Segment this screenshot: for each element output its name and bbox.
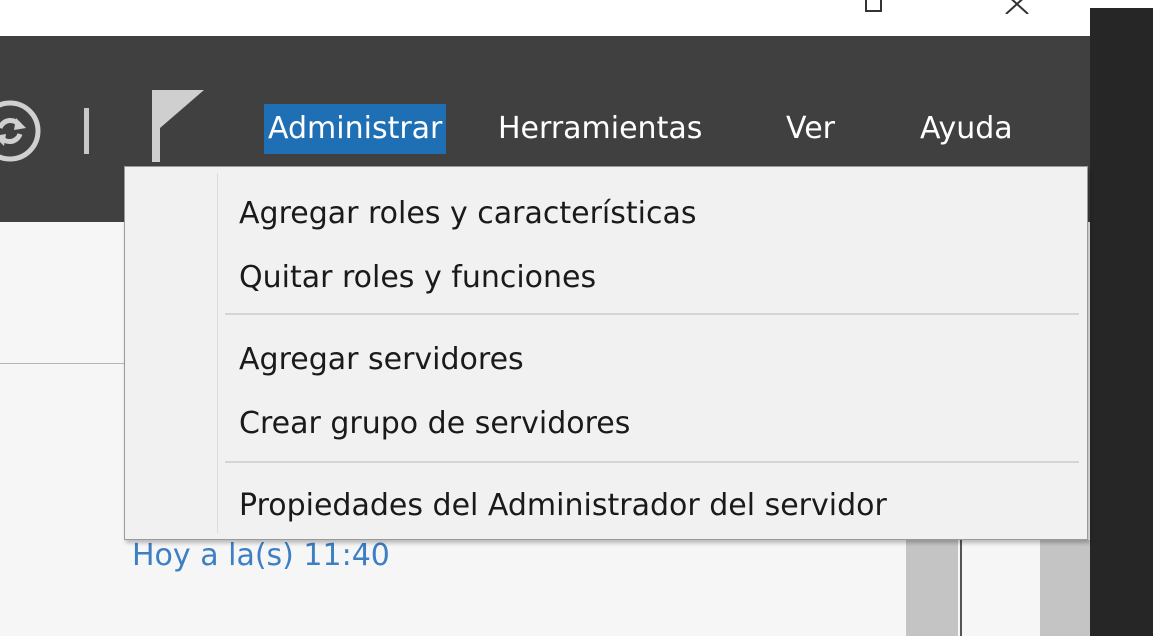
content-divider <box>0 363 130 364</box>
close-icon[interactable] <box>1004 0 1030 14</box>
menu-separator <box>225 461 1079 463</box>
menu-administrar[interactable]: Administrar <box>264 104 447 154</box>
administrar-dropdown-menu: Agregar roles y características Quitar r… <box>124 166 1088 540</box>
timestamp-link[interactable]: Hoy a la(s) 11:40 <box>132 538 390 573</box>
menu-item-remove-roles[interactable]: Quitar roles y funciones <box>239 253 596 303</box>
toolbar-divider <box>84 108 89 154</box>
menu-ayuda[interactable]: Ayuda <box>916 104 1017 154</box>
panel-divider <box>960 540 962 636</box>
menu-item-create-server-group[interactable]: Crear grupo de servidores <box>239 399 630 449</box>
menu-item-server-manager-properties[interactable]: Propiedades del Administrador del servid… <box>239 481 887 531</box>
flag-icon[interactable] <box>150 86 210 162</box>
background-edge <box>1090 8 1153 636</box>
panel-scrollbar <box>906 540 958 636</box>
menu-item-add-roles[interactable]: Agregar roles y características <box>239 189 697 239</box>
menu-icon-gutter <box>217 173 218 533</box>
menu-item-add-servers[interactable]: Agregar servidores <box>239 335 524 385</box>
refresh-icon[interactable] <box>0 92 54 170</box>
menu-separator <box>225 313 1079 315</box>
menu-herramientas[interactable]: Herramientas <box>494 104 706 154</box>
panel-scrollbar-right <box>1040 540 1090 636</box>
menu-ver[interactable]: Ver <box>782 104 839 154</box>
title-bar <box>0 0 1090 36</box>
maximize-icon[interactable] <box>864 0 884 14</box>
